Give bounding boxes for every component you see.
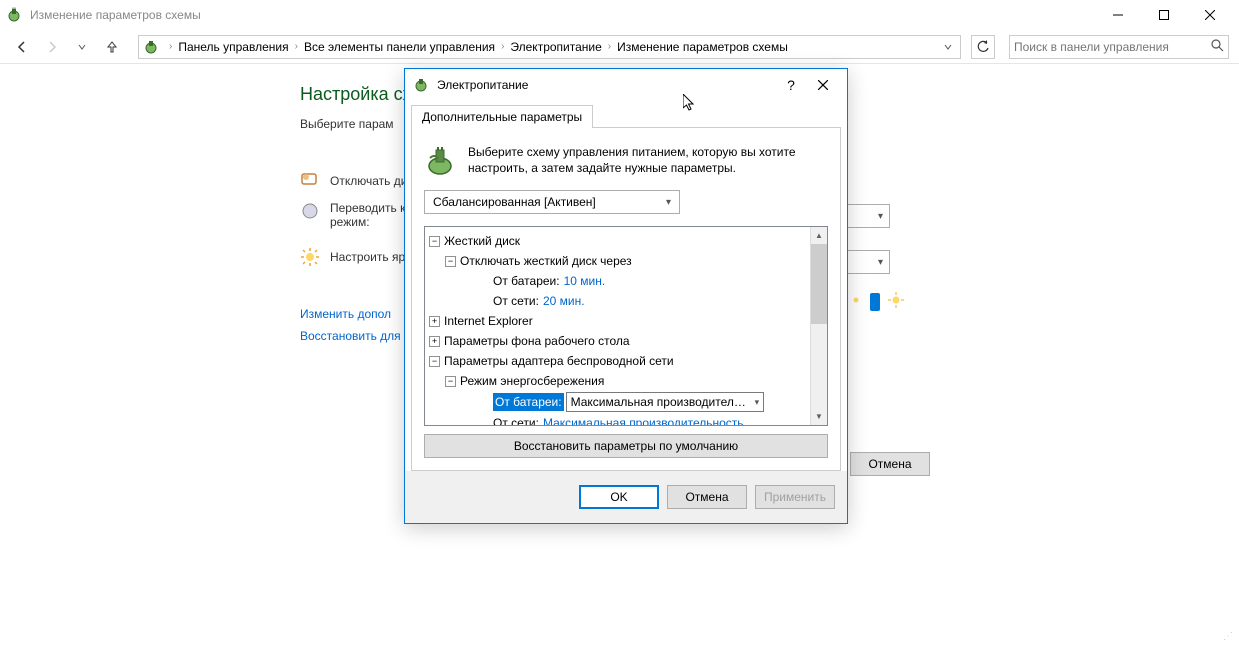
tree-item-hdd[interactable]: − Жесткий диск xyxy=(429,231,806,251)
scroll-up[interactable]: ▲ xyxy=(811,227,827,244)
tree-item-hdd-off[interactable]: − Отключать жесткий диск через xyxy=(429,251,806,271)
button-label: Отмена xyxy=(868,457,911,471)
refresh-button[interactable] xyxy=(971,35,995,59)
dialog-close-button[interactable] xyxy=(807,71,839,99)
row-label: Переводить к xyxy=(330,201,405,215)
settings-tree: − Жесткий диск − Отключать жесткий диск … xyxy=(424,226,828,426)
search-icon[interactable] xyxy=(1210,38,1224,55)
window-title: Изменение параметров схемы xyxy=(30,8,1095,22)
collapse-icon[interactable]: − xyxy=(445,376,456,387)
dialog-description: Выберите схему управления питанием, кото… xyxy=(468,144,828,176)
tree-item-ac[interactable]: От сети: 20 мин. xyxy=(429,291,806,311)
close-button[interactable] xyxy=(1187,0,1233,30)
collapse-icon[interactable]: − xyxy=(429,356,440,367)
dialog-titlebar[interactable]: Электропитание ? xyxy=(405,69,847,101)
tab-advanced[interactable]: Дополнительные параметры xyxy=(411,105,593,128)
maximize-button[interactable] xyxy=(1141,0,1187,30)
tree-item-power-mode[interactable]: − Режим энергосбережения xyxy=(429,371,806,391)
sun-icon xyxy=(300,247,320,267)
search-box[interactable] xyxy=(1009,35,1229,59)
chevron-right-icon: › xyxy=(501,41,504,52)
chevron-down-icon: ▾ xyxy=(666,197,671,208)
crumb[interactable]: Панель управления xyxy=(178,40,288,54)
search-input[interactable] xyxy=(1014,40,1210,54)
tab-content: Выберите схему управления питанием, кото… xyxy=(411,127,841,471)
selected-label: От батареи: xyxy=(493,393,564,411)
navbar: › Панель управления › Все элементы панел… xyxy=(0,30,1239,64)
expand-icon[interactable]: + xyxy=(429,336,440,347)
bg-cancel-button[interactable]: Отмена xyxy=(850,452,930,476)
battery-icon xyxy=(424,144,456,176)
crumb[interactable]: Электропитание xyxy=(510,40,601,54)
recent-dropdown[interactable] xyxy=(70,35,94,59)
tab-area: Дополнительные параметры Выберите схему … xyxy=(405,101,847,471)
row-label: Настроить яр xyxy=(330,250,405,264)
sun-large-icon xyxy=(888,292,904,311)
restore-defaults-button[interactable]: Восстановить параметры по умолчанию xyxy=(424,434,828,458)
collapse-icon[interactable]: − xyxy=(445,256,456,267)
slider-thumb[interactable] xyxy=(870,293,880,311)
resize-grip[interactable]: ⋰ xyxy=(1223,631,1235,642)
button-label: Применить xyxy=(764,490,826,504)
button-label: Отмена xyxy=(685,490,728,504)
window-controls xyxy=(1095,0,1233,30)
brightness-slider xyxy=(850,292,904,311)
ok-button[interactable]: OK xyxy=(579,485,659,509)
tree-item-battery[interactable]: От батареи: 10 мин. xyxy=(429,271,806,291)
apply-button[interactable]: Применить xyxy=(755,485,835,509)
chevron-right-icon: › xyxy=(608,41,611,52)
dialog-title: Электропитание xyxy=(437,78,775,92)
tab-label: Дополнительные параметры xyxy=(422,110,582,124)
moon-icon xyxy=(300,201,320,221)
chevron-right-icon: › xyxy=(169,41,172,52)
power-options-dialog: Электропитание ? Дополнительные параметр… xyxy=(404,68,848,524)
plan-value: Сбалансированная [Активен] xyxy=(433,195,596,209)
power-icon xyxy=(413,77,429,93)
help-button[interactable]: ? xyxy=(775,71,807,99)
tree-item-ac2[interactable]: От сети: Максимальная производительность xyxy=(429,413,806,425)
titlebar: Изменение параметров схемы xyxy=(0,0,1239,30)
tree-item-wifi[interactable]: − Параметры адаптера беспроводной сети xyxy=(429,351,806,371)
button-label: Восстановить параметры по умолчанию xyxy=(514,439,738,453)
cancel-button[interactable]: Отмена xyxy=(667,485,747,509)
scrollbar[interactable]: ▲ ▼ xyxy=(810,227,827,425)
breadcrumb-icon xyxy=(143,39,159,55)
tree-content[interactable]: − Жесткий диск − Отключать жесткий диск … xyxy=(425,227,810,425)
crumb[interactable]: Изменение параметров схемы xyxy=(617,40,788,54)
crumb[interactable]: Все элементы панели управления xyxy=(304,40,495,54)
expand-icon[interactable]: + xyxy=(429,316,440,327)
button-label: OK xyxy=(610,490,627,504)
scroll-down[interactable]: ▼ xyxy=(811,408,827,425)
tree-item-selected[interactable]: От батареи: Максимальная производительно… xyxy=(429,391,806,413)
row-label: Отключать ди xyxy=(330,174,407,188)
up-button[interactable] xyxy=(100,35,124,59)
breadcrumb[interactable]: › Панель управления › Все элементы панел… xyxy=(138,35,961,59)
minimize-button[interactable] xyxy=(1095,0,1141,30)
monitor-icon xyxy=(300,171,320,191)
forward-button[interactable] xyxy=(40,35,64,59)
tree-item-ie[interactable]: + Internet Explorer xyxy=(429,311,806,331)
sun-small-icon xyxy=(850,294,862,309)
row-label: режим: xyxy=(330,215,405,229)
plan-select[interactable]: Сбалансированная [Активен] ▾ xyxy=(424,190,680,214)
chevron-down-icon: ▾ xyxy=(755,393,760,411)
app-icon xyxy=(6,7,22,23)
value-dropdown[interactable]: Максимальная производительнос ▾ xyxy=(566,392,765,412)
back-button[interactable] xyxy=(10,35,34,59)
breadcrumb-dropdown[interactable] xyxy=(940,40,956,54)
chevron-right-icon: › xyxy=(295,41,298,52)
scroll-thumb[interactable] xyxy=(811,244,827,324)
collapse-icon[interactable]: − xyxy=(429,236,440,247)
tree-item-wallpaper[interactable]: + Параметры фона рабочего стола xyxy=(429,331,806,351)
dialog-buttons: OK Отмена Применить xyxy=(405,471,847,523)
